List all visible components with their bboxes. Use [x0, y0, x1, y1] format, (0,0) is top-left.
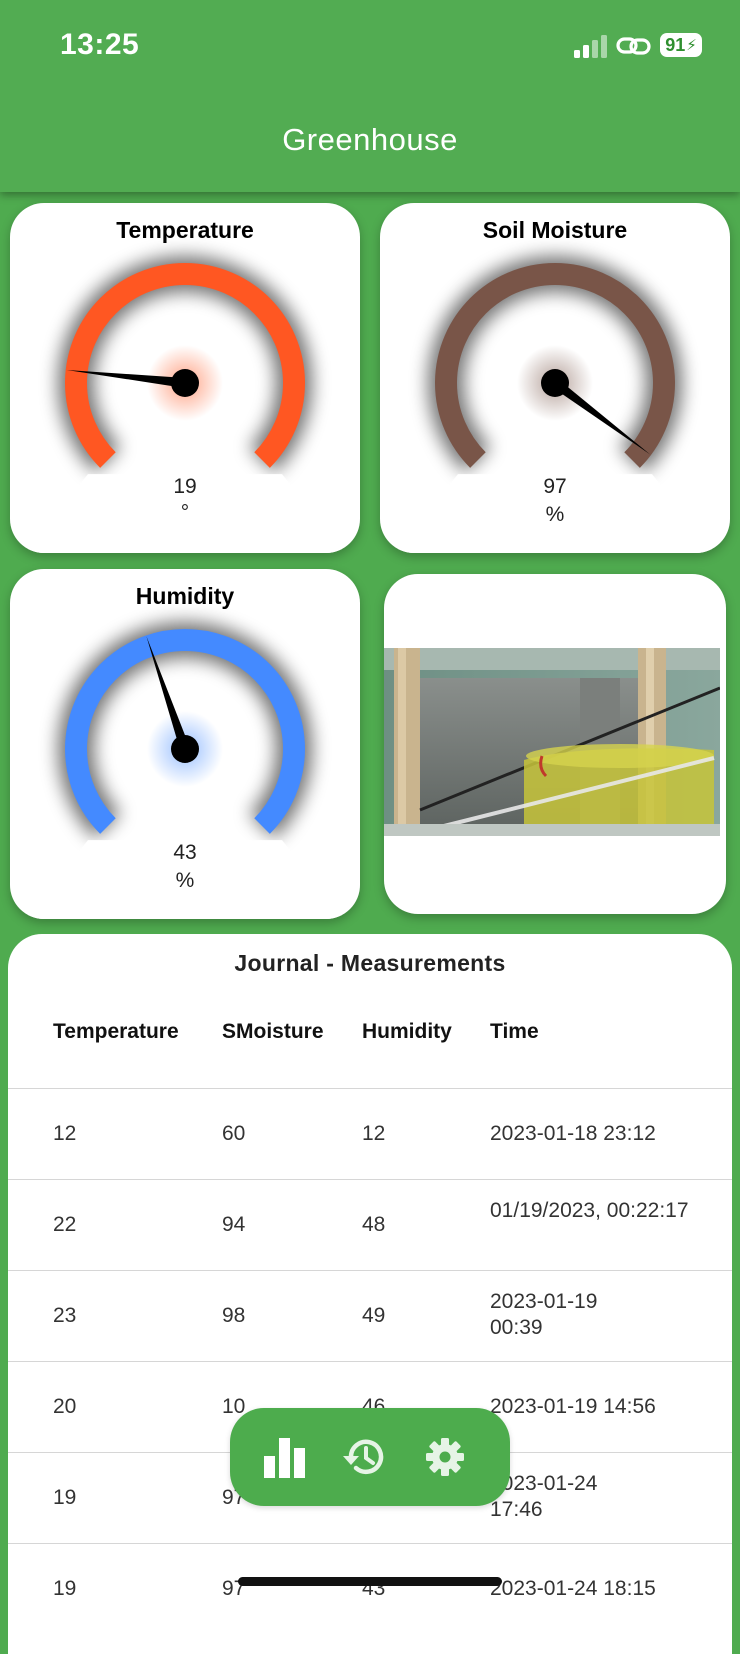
column-header-time[interactable]: Time [490, 1020, 710, 1044]
page-title: Greenhouse [282, 122, 458, 157]
soil-moisture-unit: % [545, 503, 565, 526]
soil-moisture-value: 97 [543, 475, 567, 498]
cell-time: 2023-01-18 23:12 [490, 1122, 656, 1145]
cell-temperature: 22 [53, 1213, 77, 1236]
cell-temperature: 19 [53, 1486, 77, 1509]
cell-temperature: 20 [53, 1395, 77, 1418]
battery-icon: 91 ⚡ [660, 33, 702, 57]
column-header-smoisture[interactable]: SMoisture [222, 1020, 324, 1044]
table-row[interactable]: 23 98 49 2023-01-19 00:39 [8, 1270, 732, 1361]
table-row[interactable]: 12 60 12 2023-01-18 23:12 [8, 1088, 732, 1179]
cell-smoisture: 60 [222, 1122, 246, 1145]
battery-level: 91 [665, 34, 686, 55]
humidity-gauge [25, 622, 345, 919]
temperature-gauge-card: Temperature 19 ° [10, 203, 360, 553]
cell-time: 2023-01-19 14:56 [490, 1395, 656, 1418]
temperature-value: 19 [173, 475, 197, 498]
charging-icon: ⚡ [686, 37, 697, 54]
gauge-pivot [541, 369, 569, 397]
status-time: 13:25 [60, 28, 140, 61]
bottom-navigation [230, 1408, 510, 1506]
cell-time: 01/19/2023, 00:22:17 [490, 1199, 689, 1222]
app-header: 13:25 91 ⚡ Greenhouse [0, 0, 740, 192]
humidity-gauge-card: Humidity 43 % [10, 569, 360, 919]
column-header-temperature[interactable]: Temperature [53, 1020, 179, 1044]
cell-temperature: 12 [53, 1122, 77, 1145]
cell-humidity: 48 [362, 1213, 386, 1236]
table-row[interactable]: 19 97 43 2023-01-24 18:15 [8, 1543, 732, 1634]
camera-card[interactable] [384, 574, 726, 914]
history-icon[interactable] [338, 1430, 392, 1484]
journal-title: Journal - Measurements [234, 950, 506, 976]
cell-temperature: 23 [53, 1304, 77, 1327]
soil-moisture-gauge-card: Soil Moisture 97 % [380, 203, 730, 553]
signal-strength-icon [574, 35, 607, 58]
humidity-unit: % [175, 869, 195, 892]
cell-smoisture: 98 [222, 1304, 246, 1327]
cell-smoisture: 94 [222, 1213, 246, 1236]
gauge-pivot [171, 369, 199, 397]
journal-panel[interactable]: Journal - Measurements Temperature SMois… [8, 934, 732, 1654]
camera-feed-image [384, 648, 720, 836]
table-row[interactable]: 22 94 48 01/19/2023, 00:22:17 [8, 1179, 732, 1270]
cell-time: 2023-01-24 18:15 [490, 1577, 656, 1600]
cell-time: 2023-01-24 17:46 [490, 1472, 598, 1521]
gear-icon[interactable] [418, 1430, 472, 1484]
temperature-unit: ° [180, 501, 190, 524]
personal-hotspot-icon [616, 37, 651, 55]
bar-chart-icon[interactable] [258, 1430, 312, 1484]
home-indicator[interactable] [238, 1577, 502, 1586]
gauge-pivot [171, 735, 199, 763]
soil-moisture-gauge [395, 256, 715, 553]
humidity-value: 43 [173, 841, 197, 864]
column-header-humidity[interactable]: Humidity [362, 1020, 452, 1044]
cell-humidity: 49 [362, 1304, 386, 1327]
cell-time: 2023-01-19 00:39 [490, 1290, 598, 1339]
cell-humidity: 12 [362, 1122, 386, 1145]
cell-temperature: 19 [53, 1577, 77, 1600]
